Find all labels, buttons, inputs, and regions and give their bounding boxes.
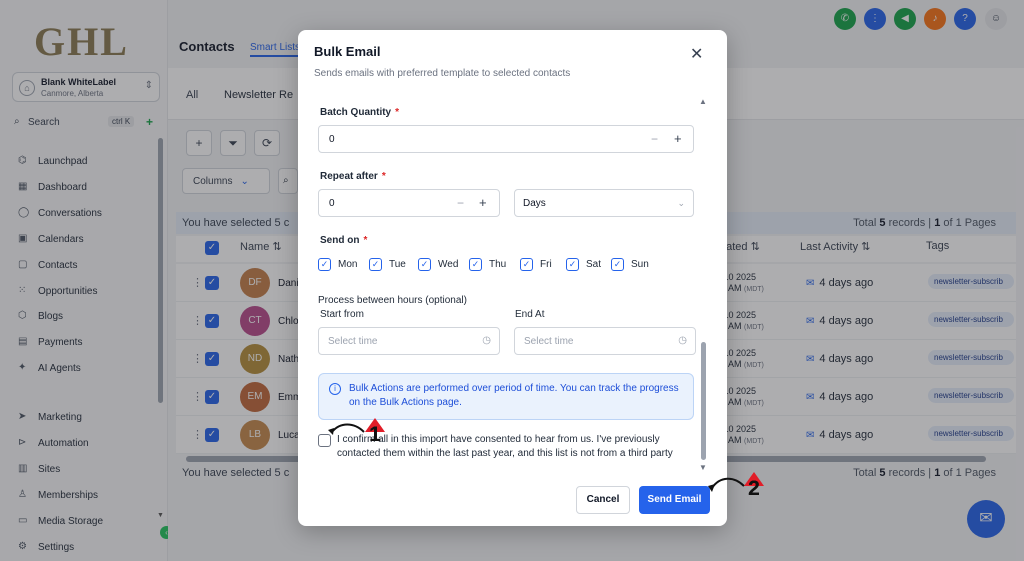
start-from-label: Start from (320, 309, 364, 320)
info-text: Bulk Actions are performed over period o… (349, 383, 679, 408)
send-on-label: Send on * (320, 235, 368, 246)
decrement-icon[interactable]: − (457, 196, 464, 210)
modal-subtitle: Sends emails with preferred template to … (314, 68, 571, 79)
close-icon[interactable]: ✕ (690, 44, 703, 64)
day-label: Sun (631, 259, 649, 270)
annotation-marker-2: 2 (742, 472, 766, 502)
modal-scrollbar[interactable] (701, 342, 706, 460)
day-label: Thu (489, 259, 507, 270)
day-label: Fri (540, 259, 552, 270)
consent-text: I confirm all in this import have consen… (337, 434, 673, 459)
info-icon: i (329, 383, 341, 395)
process-hours-label: Process between hours (optional) (318, 295, 467, 306)
checkbox-checked-icon[interactable]: ✓ (611, 258, 624, 271)
cancel-button[interactable]: Cancel (576, 486, 630, 514)
clock-icon: ◷ (678, 335, 687, 346)
day-label: Sat (586, 259, 602, 270)
modal-title: Bulk Email (314, 44, 381, 59)
checkbox-checked-icon[interactable]: ✓ (566, 258, 579, 271)
repeat-after-input[interactable]: 0 − + (318, 189, 500, 217)
increment-icon[interactable]: + (479, 195, 487, 210)
day-label: Tue (389, 259, 406, 270)
annotation-marker-1: 1 (363, 418, 387, 448)
end-at-label: End At (515, 309, 545, 320)
increment-icon[interactable]: + (674, 131, 682, 146)
checkbox-checked-icon[interactable]: ✓ (418, 258, 431, 271)
end-time-input[interactable]: Select time ◷ (514, 327, 696, 355)
modal-scroll-up-icon[interactable]: ▲ (699, 97, 707, 106)
modal-scroll-down-icon[interactable]: ▼ (699, 463, 707, 472)
decrement-icon[interactable]: − (651, 132, 658, 146)
batch-quantity-label: Batch Quantity * (320, 107, 400, 118)
info-banner: i Bulk Actions are performed over period… (318, 373, 694, 420)
annotation-arrow-2 (708, 477, 745, 492)
chevron-down-icon: ⌄ (677, 198, 685, 208)
annotation-arrow-1 (328, 423, 365, 435)
repeat-after-label: Repeat after * (320, 171, 386, 182)
bulk-email-modal: Bulk Email Sends emails with preferred t… (298, 30, 727, 526)
checkbox-checked-icon[interactable]: ✓ (318, 258, 331, 271)
send-email-button[interactable]: Send Email (639, 486, 710, 514)
checkbox-checked-icon[interactable]: ✓ (520, 258, 533, 271)
day-label: Mon (338, 259, 358, 270)
day-label: Wed (438, 259, 459, 270)
clock-icon: ◷ (482, 335, 491, 346)
checkbox-checked-icon[interactable]: ✓ (369, 258, 382, 271)
checkbox-checked-icon[interactable]: ✓ (469, 258, 482, 271)
batch-quantity-input[interactable]: 0 − + (318, 125, 694, 153)
repeat-unit-select[interactable]: Days ⌄ (514, 189, 694, 217)
start-time-input[interactable]: Select time ◷ (318, 327, 500, 355)
